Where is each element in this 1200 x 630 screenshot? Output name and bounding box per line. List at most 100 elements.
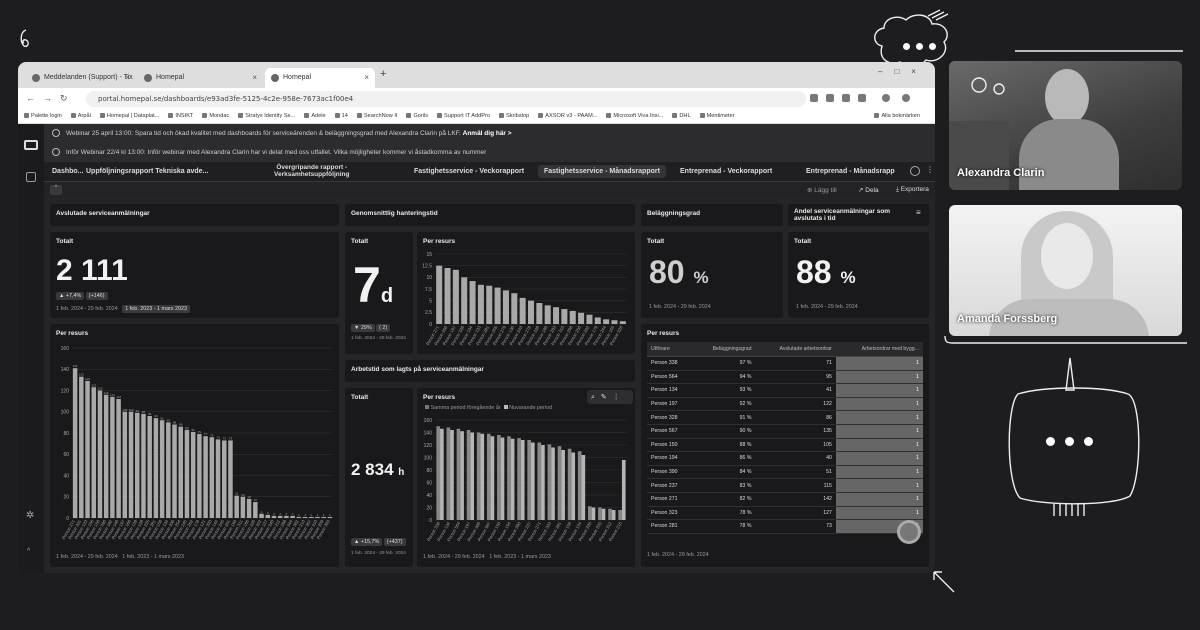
table-cell: Person 390 [647,465,693,480]
table-cell: 95 [755,370,836,385]
table-row[interactable]: Person 28178 %731 [647,519,923,534]
table-cell: 94 % [693,370,756,385]
share-button[interactable]: ↗ Dela [858,186,879,194]
i-tid-total-card: Totalt 88 % 1 feb. 2024 - 29 feb. 2024 [788,232,929,318]
banner-link[interactable]: Anmäl dig här > [463,130,512,137]
column-header[interactable]: Beläggningsgrad [693,342,756,357]
table-cell: Person 197 [647,397,693,412]
data-label: 99 [136,409,140,413]
browser-tab-3[interactable]: Homepal × [265,68,375,88]
bar [598,507,602,520]
bar [531,442,535,520]
bookmark-item[interactable]: Arpål [71,110,91,119]
tab-fs-vecka[interactable]: Fastighetsservice - Veckorapport [414,168,524,175]
column-header[interactable]: Arbetsordrar med bygg... [835,342,923,357]
table-cell: Person 237 [647,478,693,493]
table-cell: 127 [755,506,836,521]
bookmark-item[interactable]: Homepal | Dataplat... [100,110,159,119]
browser-tab-1[interactable]: Meddelanden (Support) - Tix × [26,68,136,88]
y-tick-label: 140 [424,430,433,436]
bookmark-item[interactable]: 14 [335,110,348,119]
table-row[interactable]: Person 134 93 % 41 1 [647,383,923,398]
chart-actions[interactable]: ⌕✎⋮ [587,390,633,404]
y-tick-label: 160 [424,418,433,424]
browser-tab-2[interactable]: Homepal × [138,68,263,88]
bar [259,513,264,518]
table-row[interactable]: Person 564 94 % 95 1 [647,370,923,385]
table-row[interactable]: Person 197 92 % 122 1 [647,397,923,412]
table-row[interactable]: Person 328 91 % 86 1 [647,410,923,425]
tab-ent-vecka[interactable]: Entreprenad - Veckorapport [680,168,772,175]
bookmark-item[interactable]: DHL [672,110,690,119]
y-tick-label: 120 [424,443,433,449]
bookmark-item[interactable]: Support IT AddPro [437,110,490,119]
tab-uppfoljning[interactable]: Uppföljningsrapport Tekniska avde... [86,168,208,175]
expand-icon[interactable]: ^ [50,185,62,195]
chat-widget-button[interactable] [897,520,921,544]
table-row[interactable]: Person 150 88 % 105 1 [647,438,923,453]
bar [519,297,526,324]
tab-overgripande[interactable]: Övergripande rapport - Verksamhetsuppföl… [274,164,350,178]
bar [302,516,308,518]
bookmark-item[interactable]: Skribstop [499,110,529,119]
table-cell: 92 % [693,397,756,412]
settings-icon[interactable]: ✲ [26,510,34,521]
table-cell: 1 [835,438,923,453]
close-tab-icon[interactable]: × [364,73,369,82]
genomsnitt-bar-chart: 02.557.51012.515Person 271Person 260Pers… [422,252,627,346]
bar [490,436,495,520]
add-tab-icon[interactable] [910,166,920,176]
close-tab-icon[interactable]: × [252,73,257,82]
bookmark-item[interactable]: AXSOR v3 - PAAM... [538,110,597,119]
export-button[interactable]: ⤓ Exportera [896,186,929,194]
video-tile-alexandra: Alexandra Clarin [949,61,1182,190]
table-row[interactable]: Person 237 83 % 115 1 [647,478,923,493]
bookmark-item[interactable]: Microsoft Viva Insi... [606,110,663,119]
collapse-icon[interactable]: ^ [27,548,30,555]
dashboard-icon[interactable] [26,172,36,182]
table-row[interactable]: Person 390 84 % 51 1 [647,465,923,480]
bookmark-item[interactable]: Adele [304,110,325,119]
y-tick-label: 40 [426,493,432,499]
table-row[interactable]: Person 567 90 % 135 1 [647,424,923,439]
bookmark-item[interactable]: INSIKT [168,110,193,119]
bar [557,446,562,520]
table-cell: 41 [755,383,836,398]
belaggning-total-card: Totalt 80 % 1 feb. 2024 - 29 feb. 2024 [641,232,783,318]
bookmark-item[interactable]: Stratys Identity Se... [238,110,295,119]
window-controls[interactable]: –□× [878,67,928,76]
extension-icons[interactable] [810,92,930,104]
bar [469,281,476,324]
genomsnitt-header: Genomsnittlig hanteringstid [345,204,635,226]
new-tab-icon[interactable]: + [380,68,386,80]
more-icon[interactable]: ⋮ [926,165,934,174]
table-cell: 83 % [693,478,756,493]
table-row[interactable]: Person 271 82 % 142 1 [647,492,923,507]
save-button[interactable]: ⊕ Lägg till [807,186,837,194]
tab-dashboard[interactable]: Dashbo... [52,168,84,175]
url-input[interactable]: portal.homepal.se/dashboards/e93ad3fe-51… [86,91,806,107]
table-row[interactable]: Person 323 78 % 127 1 [647,506,923,521]
table-row[interactable]: Person 338 97 % 71 1 [647,356,923,371]
column-header[interactable]: Avslutade arbetsordrar [755,342,836,357]
close-tab-icon[interactable]: × [125,73,130,82]
bookmark-item[interactable]: SearchNow II [357,110,398,119]
tab-fs-manad[interactable]: Fastighetsservice - Månadsrapport [538,165,666,178]
bookmark-item[interactable]: Mentimeter [700,110,735,119]
table-cell: 1 [835,506,923,521]
report-tabs: Dashbo... Uppföljningsrapport Tekniska a… [44,162,935,182]
y-tick-label: 100 [424,455,433,461]
column-header[interactable]: Utförare [647,342,693,357]
bookmark-item[interactable]: Gorils [406,110,428,119]
table-cell: 1 [835,410,923,425]
table-row[interactable]: Person 194 86 % 40 1 [647,451,923,466]
table-scroll[interactable]: Utförare Beläggningsgrad Avslutade arbetso… [647,342,923,547]
data-label: 20 [241,493,245,497]
bookmark-item[interactable]: Palette login [24,110,62,119]
menu-icon[interactable]: ≡ [916,208,921,217]
nav-buttons[interactable]: ←→↻ [26,93,76,104]
bar [91,387,96,518]
tab-ent-manad[interactable]: Entreprenad - Månadsrapp [806,168,895,175]
bookmark-other[interactable]: Alla bokmärken [874,110,920,119]
bookmark-item[interactable]: Mondac [202,110,229,119]
